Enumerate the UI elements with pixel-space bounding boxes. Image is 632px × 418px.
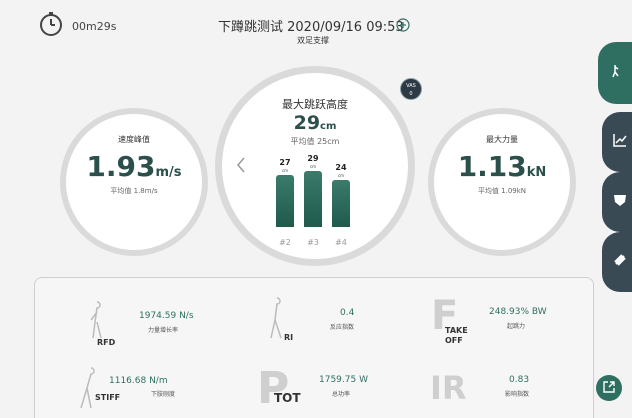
takeoff-label: 起跳力 [507, 323, 526, 330]
bar-value-label: 29 [307, 154, 319, 163]
bar-unit-label: cm [309, 164, 317, 169]
plus-circle-icon[interactable] [396, 17, 410, 32]
chart-bar [304, 171, 322, 227]
chart-bar [276, 175, 294, 227]
rail-chart-button[interactable] [602, 112, 632, 172]
rfd-label: 力量增长率 [148, 327, 179, 334]
gauge-average: 平均值 1.09kN [477, 187, 527, 195]
ri-value: 0.4 [340, 308, 355, 318]
rfd-code: RFD [97, 338, 116, 347]
rail-shield-button[interactable] [602, 172, 632, 232]
gauge-value: 29cm [293, 112, 337, 134]
gauge-average: 平均值 25cm [290, 137, 340, 146]
jump-icon [608, 63, 624, 83]
chevron-left-icon[interactable] [236, 156, 246, 174]
rfd-value: 1974.59 N/s [139, 311, 194, 321]
stopwatch-icon [38, 11, 64, 37]
ptot-letter: P [257, 363, 290, 414]
bar-category-label[interactable]: #4 [329, 238, 353, 247]
ri-label: 反应指数 [330, 324, 355, 331]
gauge-label: 最大力量 [486, 135, 518, 144]
bar-value-label: 24 [335, 163, 347, 172]
ptot-label: 总功率 [332, 391, 351, 398]
ir-label: 影响指数 [505, 391, 530, 398]
stiff-value: 1116.68 N/m [109, 376, 168, 386]
ptot-value: 1759.75 W [319, 375, 368, 385]
figure-icon [77, 364, 107, 416]
chart-bar [332, 180, 350, 227]
export-button[interactable] [596, 375, 622, 401]
page-subtitle: 双足支撑 [297, 36, 329, 45]
dumbbell-icon [612, 252, 628, 272]
bar-value-label: 27 [279, 158, 291, 167]
gauge-label: 最大跳跃高度 [282, 98, 348, 111]
export-icon [602, 379, 616, 398]
stiff-code: STIFF [95, 393, 121, 402]
bar-unit-label: cm [281, 168, 289, 173]
shield-icon [612, 192, 628, 212]
vas-badge[interactable]: VAS 0 [400, 78, 422, 100]
peak-velocity-gauge: 速度峰值 1.93m/s 平均值 1.8m/s [60, 108, 208, 256]
ri-code: RI [284, 333, 294, 342]
ir-letter: IR [430, 369, 467, 407]
ptot-code: TOT [274, 391, 301, 405]
line-chart-icon [612, 132, 628, 152]
page-title: 下蹲跳测试 2020/09/16 09:53 [218, 20, 404, 35]
gauge-average: 平均值 1.8m/s [110, 187, 158, 195]
bar-category-label[interactable]: #3 [301, 238, 325, 247]
stiff-label: 下肢刚度 [151, 391, 176, 398]
elapsed-time: 00m29s [72, 20, 117, 33]
max-force-gauge: 最大力量 1.13kN 平均值 1.09kN [428, 108, 576, 256]
rail-dumbbell-button[interactable] [602, 232, 632, 292]
rail-jump-button[interactable] [598, 42, 632, 104]
takeoff-code: TAKE OFF [445, 326, 468, 345]
bar-unit-label: cm [337, 173, 345, 178]
gauge-value: 1.13kN [457, 150, 547, 183]
ir-value: 0.83 [509, 375, 530, 385]
metrics-panel: RFD 1974.59 N/s 力量增长率 RI 0.4 反应指数 F TAKE… [34, 277, 594, 418]
bar-category-label[interactable]: #2 [273, 238, 297, 247]
takeoff-value: 248.93% BW [489, 307, 547, 317]
gauge-value: 1.93m/s [86, 150, 182, 183]
gauge-label: 速度峰值 [118, 135, 150, 144]
